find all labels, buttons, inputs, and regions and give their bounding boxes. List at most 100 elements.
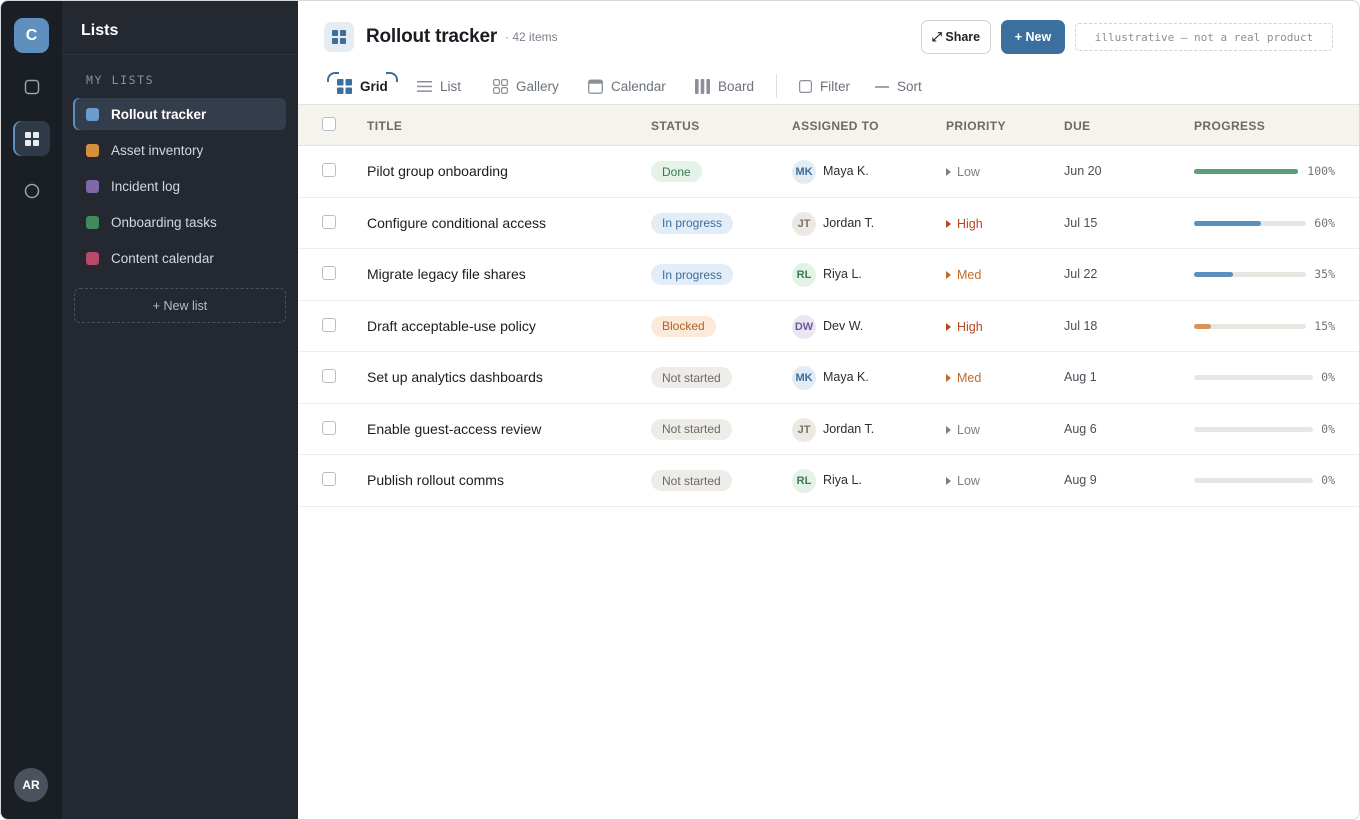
status-badge[interactable]: Done	[651, 161, 702, 182]
new-list-button[interactable]: + New list	[74, 288, 286, 323]
priority-indicator[interactable]: High	[946, 320, 983, 334]
board-icon	[695, 79, 710, 94]
due-date[interactable]: Aug 6	[1064, 422, 1097, 436]
due-date[interactable]: Jul 18	[1064, 319, 1097, 333]
status-badge[interactable]: Not started	[651, 367, 732, 388]
table-row[interactable]: Publish rollout comms Not started RL Riya L…	[298, 455, 1359, 507]
due-date[interactable]: Jun 20	[1064, 164, 1102, 178]
rail-square-button[interactable]	[13, 69, 50, 104]
row-title[interactable]: Publish rollout comms	[367, 472, 504, 488]
due-date[interactable]: Aug 1	[1064, 370, 1097, 384]
select-all-checkbox[interactable]	[322, 117, 336, 131]
priority-label: Low	[957, 474, 980, 488]
list-color-swatch	[86, 107, 99, 121]
table-row[interactable]: Configure conditional access In progress J…	[298, 198, 1359, 249]
row-checkbox[interactable]	[322, 472, 336, 486]
assignee-name[interactable]: Maya K.	[823, 370, 869, 384]
assignee-name[interactable]: Maya K.	[823, 164, 869, 178]
progress-fill	[1194, 169, 1298, 174]
list-color-swatch	[86, 143, 99, 157]
tab-calendar[interactable]: Calendar	[588, 69, 666, 104]
due-date[interactable]: Aug 9	[1064, 473, 1097, 487]
column-header-title[interactable]: TITLE	[367, 119, 402, 133]
row-title[interactable]: Migrate legacy file shares	[367, 266, 526, 282]
priority-indicator[interactable]: Med	[946, 268, 981, 282]
assignee-avatar: JT	[792, 417, 816, 442]
table-row[interactable]: Draft acceptable-use policy Blocked DW Dev …	[298, 301, 1359, 352]
grid-icon	[337, 79, 352, 94]
row-checkbox[interactable]	[322, 317, 336, 332]
progress-percent: 0%	[1321, 370, 1335, 384]
row-checkbox[interactable]	[322, 163, 336, 177]
tab-board[interactable]: Board	[695, 69, 754, 104]
row-title[interactable]: Set up analytics dashboards	[367, 369, 543, 385]
column-header-status[interactable]: STATUS	[651, 119, 700, 133]
column-header-assigned-to[interactable]: ASSIGNED TO	[792, 119, 879, 133]
workspace-logo[interactable]: C	[14, 18, 49, 53]
filter-checkbox-icon	[799, 80, 812, 93]
status-badge[interactable]: Not started	[651, 470, 732, 491]
priority-indicator[interactable]: Med	[946, 371, 981, 385]
row-title[interactable]: Draft acceptable-use policy	[367, 318, 536, 334]
table-row[interactable]: Pilot group onboarding Done MK Maya K. Low Ju…	[298, 146, 1359, 198]
assignee-name[interactable]: Riya L.	[823, 473, 862, 487]
progress-fill	[1194, 272, 1234, 277]
sidebar-item-asset-inventory[interactable]: Asset inventory	[73, 134, 286, 166]
sidebar-item-rollout-tracker[interactable]: Rollout tracker	[73, 98, 286, 130]
priority-indicator[interactable]: Low	[946, 165, 980, 179]
priority-label: Low	[957, 165, 980, 179]
item-count: · 42 items	[505, 30, 558, 44]
sort-button[interactable]: Sort	[875, 69, 922, 104]
new-item-button[interactable]: + New	[1001, 20, 1065, 54]
status-badge[interactable]: Blocked	[651, 315, 716, 337]
row-checkbox[interactable]	[322, 266, 336, 280]
assignee-name[interactable]: Riya L.	[823, 267, 862, 281]
progress-bar	[1194, 323, 1306, 329]
progress-bar	[1194, 169, 1298, 174]
view-separator	[776, 74, 777, 98]
tab-list[interactable]: List	[417, 69, 461, 104]
list-icon	[417, 80, 432, 93]
progress-fill	[1194, 220, 1262, 226]
sidebar-item-onboarding-tasks[interactable]: Onboarding tasks	[73, 206, 286, 238]
progress-bar	[1194, 272, 1306, 277]
user-avatar[interactable]: AR	[14, 768, 48, 802]
table-row[interactable]: Migrate legacy file shares In progress RL R…	[298, 249, 1359, 301]
sidebar-item-incident-log[interactable]: Incident log	[73, 170, 286, 202]
table-row[interactable]: Set up analytics dashboards Not started MK…	[298, 352, 1359, 404]
tab-grid[interactable]: Grid	[327, 69, 398, 104]
status-badge[interactable]: In progress	[651, 264, 734, 285]
column-header-due[interactable]: DUE	[1064, 119, 1091, 133]
filter-button[interactable]: Filter	[799, 69, 850, 104]
row-checkbox[interactable]	[322, 214, 336, 229]
sidebar-item-label: Rollout tracker	[111, 106, 207, 122]
due-date[interactable]: Jul 15	[1064, 216, 1097, 230]
status-badge[interactable]: In progress	[651, 212, 734, 234]
share-button[interactable]: ⤢ Share	[921, 20, 991, 54]
grid-icon	[24, 131, 39, 146]
column-header-priority[interactable]: PRIORITY	[946, 119, 1006, 133]
row-title[interactable]: Enable guest-access review	[367, 421, 541, 437]
assignee-name[interactable]: Jordan T.	[823, 216, 874, 230]
row-checkbox[interactable]	[322, 369, 336, 383]
tab-gallery[interactable]: Gallery	[493, 69, 559, 104]
rail-circle-button[interactable]	[13, 173, 50, 208]
status-badge[interactable]: Not started	[651, 418, 732, 440]
column-header-progress[interactable]: PROGRESS	[1194, 119, 1265, 133]
due-date[interactable]: Jul 22	[1064, 267, 1097, 281]
row-checkbox[interactable]	[322, 420, 336, 435]
priority-indicator[interactable]: Low	[946, 423, 980, 437]
tab-label: Calendar	[611, 79, 666, 94]
row-title[interactable]: Pilot group onboarding	[367, 163, 508, 179]
assignee-name[interactable]: Jordan T.	[823, 422, 874, 436]
assignee-name[interactable]: Dev W.	[823, 319, 863, 333]
assignee-avatar: JT	[792, 211, 816, 236]
sidebar-item-content-calendar[interactable]: Content calendar	[73, 242, 286, 274]
table-row[interactable]: Enable guest-access review Not started JT J…	[298, 404, 1359, 455]
progress-bar	[1194, 220, 1306, 226]
rail-grid-button[interactable]	[13, 121, 50, 156]
gallery-icon	[493, 79, 508, 94]
priority-indicator[interactable]: High	[946, 217, 983, 231]
row-title[interactable]: Configure conditional access	[367, 215, 546, 231]
priority-indicator[interactable]: Low	[946, 474, 980, 488]
